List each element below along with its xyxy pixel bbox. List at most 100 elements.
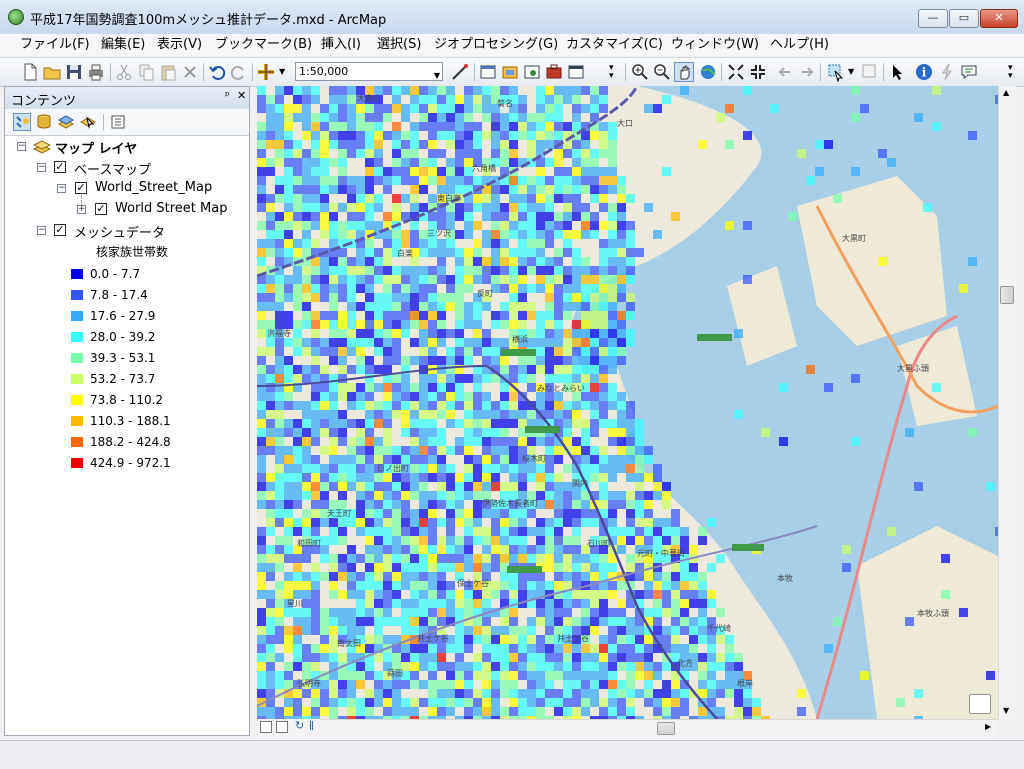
scale-dropdown[interactable]: 1:50,000 ▼ bbox=[295, 62, 443, 81]
menu-insert[interactable]: 挿入(I) bbox=[321, 36, 361, 54]
toolbar-overflow-icon[interactable]: ▾ ▾ bbox=[1008, 64, 1013, 81]
collapse-toggle[interactable]: − bbox=[37, 226, 46, 235]
mesh-data-checkbox[interactable]: ✓ bbox=[54, 224, 66, 236]
list-by-selection-icon[interactable] bbox=[79, 113, 97, 131]
list-by-source-icon[interactable] bbox=[35, 113, 53, 131]
menu-selection[interactable]: 選択(S) bbox=[377, 36, 421, 54]
menu-geoprocessing[interactable]: ジオプロセシング(G) bbox=[434, 36, 558, 54]
menu-bookmarks[interactable]: ブックマーク(B) bbox=[215, 36, 312, 54]
zoom-out-icon[interactable] bbox=[652, 62, 672, 82]
legend-swatch[interactable] bbox=[71, 332, 83, 342]
menu-file[interactable]: ファイル(F) bbox=[20, 36, 90, 54]
legend-swatch[interactable] bbox=[71, 395, 83, 405]
select-dropdown-icon[interactable]: ▼ bbox=[848, 67, 854, 76]
world-street-map-sublayer-label[interactable]: World Street Map bbox=[115, 201, 227, 216]
open-icon[interactable] bbox=[42, 62, 62, 82]
basemap-group-label[interactable]: ベースマップ bbox=[74, 159, 151, 178]
paste-icon[interactable] bbox=[158, 62, 178, 82]
horizontal-scroll-thumb[interactable] bbox=[657, 722, 675, 735]
close-button[interactable]: ✕ bbox=[980, 9, 1018, 28]
close-icon[interactable]: ✕ bbox=[237, 89, 246, 102]
collapse-toggle[interactable]: − bbox=[57, 184, 66, 193]
world-street-map-layer-label[interactable]: World_Street_Map bbox=[95, 180, 212, 195]
html-popup-icon[interactable] bbox=[959, 62, 979, 82]
data-view-icon[interactable] bbox=[260, 721, 272, 733]
maximize-button[interactable]: ▭ bbox=[949, 9, 979, 28]
legend-swatch[interactable] bbox=[71, 437, 83, 447]
add-data-dropdown-icon[interactable]: ▼ bbox=[279, 67, 285, 76]
layout-view-icon[interactable] bbox=[276, 721, 288, 733]
vertical-scroll-thumb[interactable] bbox=[1000, 286, 1014, 304]
full-extent-icon[interactable] bbox=[698, 62, 718, 82]
legend-swatch[interactable] bbox=[71, 290, 83, 300]
legend-swatch[interactable] bbox=[71, 416, 83, 426]
collapse-toggle[interactable]: − bbox=[17, 142, 26, 151]
map-tips-icon[interactable] bbox=[969, 694, 991, 714]
list-by-visibility-icon[interactable] bbox=[57, 113, 75, 131]
minimize-button[interactable]: — bbox=[918, 9, 948, 28]
world-street-map-checkbox[interactable]: ✓ bbox=[75, 182, 87, 194]
vertical-scrollbar[interactable]: ▲ ▼ bbox=[998, 86, 1016, 719]
clear-selection-icon[interactable] bbox=[860, 62, 880, 82]
mesh-cell bbox=[545, 545, 554, 554]
forward-extent-icon[interactable] bbox=[797, 62, 817, 82]
scroll-right-icon[interactable]: ▶ bbox=[985, 722, 991, 731]
map-layers-root[interactable]: マップ レイヤ bbox=[55, 138, 137, 157]
pan-icon[interactable] bbox=[674, 62, 694, 82]
map-view[interactable]: 六角橋 大口 菊名 東白楽 大倉山 白楽 反町 三ツ沢 横浜 みなとみらい 大黒町 大黒ふ頭 桜木町 関内… bbox=[257, 86, 998, 719]
editor-toolbar-icon[interactable] bbox=[450, 62, 470, 82]
mesh-cell bbox=[311, 329, 320, 338]
hyperlink-icon[interactable] bbox=[937, 62, 957, 82]
copy-icon[interactable] bbox=[136, 62, 156, 82]
save-icon[interactable] bbox=[64, 62, 84, 82]
legend-swatch[interactable] bbox=[71, 353, 83, 363]
arctoolbox-icon[interactable] bbox=[544, 62, 564, 82]
legend-swatch[interactable] bbox=[71, 374, 83, 384]
scroll-up-icon[interactable]: ▲ bbox=[1003, 88, 1009, 97]
undo-icon[interactable] bbox=[207, 62, 227, 82]
back-extent-icon[interactable] bbox=[775, 62, 795, 82]
menu-windows[interactable]: ウィンドウ(W) bbox=[671, 36, 759, 54]
menu-edit[interactable]: 編集(E) bbox=[101, 36, 145, 54]
mesh-cell bbox=[266, 590, 275, 599]
map-canvas[interactable]: 六角橋大口菊名東白楽大倉山白楽反町三ツ沢横浜みなとみらい大黒町大黒ふ頭桜木町関内… bbox=[257, 86, 998, 719]
legend-swatch[interactable] bbox=[71, 269, 83, 279]
add-data-icon[interactable] bbox=[256, 62, 276, 82]
world-street-map-sublayer-checkbox[interactable]: ✓ bbox=[95, 203, 107, 215]
legend-swatch[interactable] bbox=[71, 458, 83, 468]
search-window-icon[interactable] bbox=[522, 62, 542, 82]
collapse-toggle[interactable]: − bbox=[37, 163, 46, 172]
python-icon[interactable] bbox=[566, 62, 586, 82]
mesh-cell bbox=[392, 509, 401, 518]
expand-toggle[interactable]: + bbox=[77, 205, 86, 214]
mesh-cell bbox=[617, 536, 626, 545]
identify-icon[interactable]: i bbox=[914, 62, 934, 82]
cut-icon[interactable] bbox=[114, 62, 134, 82]
mesh-data-layer-label[interactable]: メッシュデータ bbox=[74, 222, 165, 241]
catalog-icon[interactable] bbox=[500, 62, 520, 82]
mesh-cell bbox=[419, 302, 428, 311]
fixed-zoom-in-icon[interactable] bbox=[726, 62, 746, 82]
legend-swatch[interactable] bbox=[71, 311, 83, 321]
refresh-icon[interactable]: ↻ bbox=[295, 719, 304, 732]
menu-customize[interactable]: カスタマイズ(C) bbox=[566, 36, 663, 54]
menu-help[interactable]: ヘルプ(H) bbox=[770, 36, 829, 54]
horizontal-scrollbar[interactable]: ◀ ▶ bbox=[257, 719, 998, 737]
pause-drawing-icon[interactable]: ǁ bbox=[309, 720, 314, 731]
basemap-checkbox[interactable]: ✓ bbox=[54, 161, 66, 173]
pin-icon[interactable]: ᵖ bbox=[225, 89, 230, 102]
table-of-contents-icon[interactable] bbox=[478, 62, 498, 82]
print-icon[interactable] bbox=[86, 62, 106, 82]
delete-icon[interactable] bbox=[180, 62, 200, 82]
select-features-icon[interactable] bbox=[826, 62, 846, 83]
list-by-drawing-order-icon[interactable] bbox=[13, 113, 31, 131]
options-icon[interactable] bbox=[109, 113, 127, 131]
toolbar-overflow-icon[interactable]: ▾ ▾ bbox=[609, 64, 614, 81]
fixed-zoom-out-icon[interactable] bbox=[748, 62, 768, 82]
zoom-in-icon[interactable] bbox=[630, 62, 650, 82]
scroll-down-icon[interactable]: ▼ bbox=[1003, 706, 1009, 715]
new-document-icon[interactable] bbox=[20, 62, 40, 82]
menu-view[interactable]: 表示(V) bbox=[157, 36, 202, 54]
redo-icon[interactable] bbox=[229, 62, 249, 82]
select-elements-icon[interactable] bbox=[888, 62, 908, 82]
